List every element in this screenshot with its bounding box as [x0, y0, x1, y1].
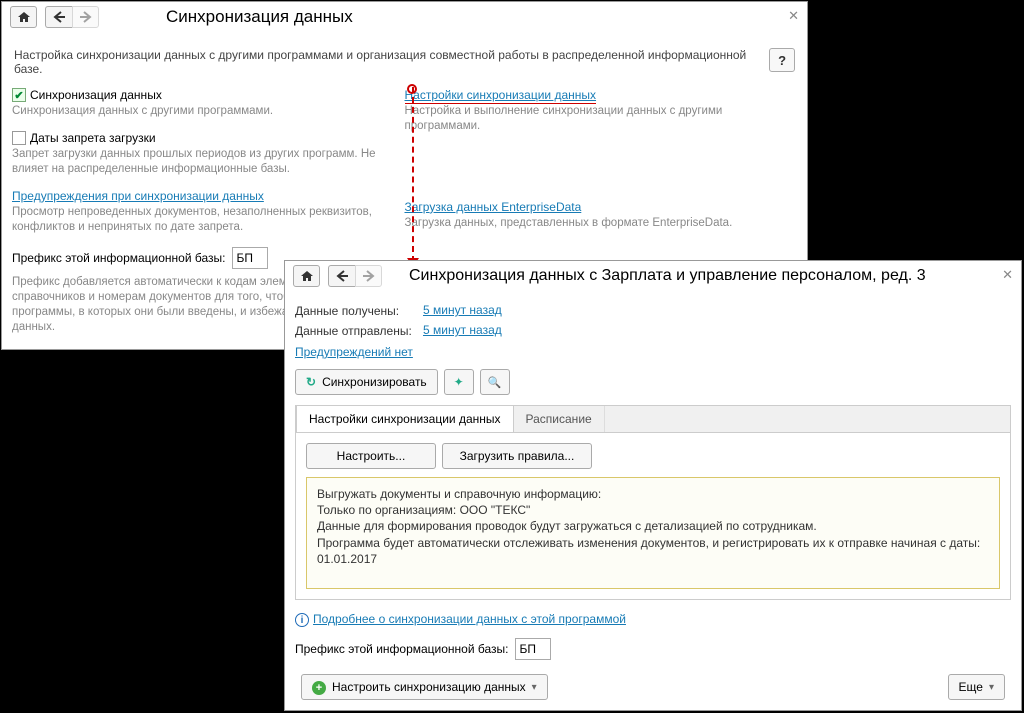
- info-line-3: Данные для формирования проводок будут з…: [317, 518, 989, 534]
- settings-link[interactable]: Настройки синхронизации данных: [405, 88, 597, 102]
- sent-label: Данные отправлены:: [295, 324, 423, 338]
- arrow-line-icon: [412, 87, 414, 262]
- magnifier-icon: [488, 375, 502, 389]
- sync-button[interactable]: Синхронизировать: [295, 369, 438, 395]
- dates-hint: Запрет загрузки данных прошлых периодов …: [12, 147, 391, 177]
- search-button[interactable]: [480, 369, 510, 395]
- warnings-hint: Просмотр непроведенных документов, незап…: [12, 205, 391, 235]
- no-warnings-link[interactable]: Предупреждений нет: [295, 345, 413, 359]
- more-info-link[interactable]: Подробнее о синхронизации данных с этой …: [313, 612, 626, 626]
- info-box: Выгружать документы и справочную информа…: [306, 477, 1000, 589]
- plus-icon: [312, 680, 326, 695]
- dates-checkbox-label: Даты запрета загрузки: [30, 131, 156, 145]
- dates-checkbox[interactable]: [12, 131, 26, 145]
- wizard-button[interactable]: [444, 369, 474, 395]
- received-label: Данные получены:: [295, 304, 423, 318]
- load-rules-button[interactable]: Загрузить правила...: [442, 443, 592, 469]
- titlebar-front: Синхронизация данных с Зарплата и управл…: [285, 261, 1021, 297]
- warnings-link[interactable]: Предупреждения при синхронизации данных: [12, 189, 264, 203]
- load-data-hint: Загрузка данных, представленных в формат…: [405, 216, 784, 231]
- help-button[interactable]: ?: [769, 48, 795, 72]
- wand-icon: [454, 375, 464, 389]
- back-button[interactable]: [328, 265, 355, 287]
- refresh-icon: [306, 375, 316, 389]
- window-title: Синхронизация данных: [101, 7, 353, 27]
- close-icon[interactable]: ✕: [1002, 267, 1013, 283]
- info-line-2: Только по организациям: ООО "ТЕКС": [317, 502, 989, 518]
- setup-sync-label: Настроить синхронизацию данных: [332, 680, 526, 694]
- home-button[interactable]: [293, 265, 320, 287]
- sync-hint: Синхронизация данных с другими программа…: [12, 104, 391, 119]
- more-button[interactable]: Еще: [948, 674, 1005, 700]
- info-line-1: Выгружать документы и справочную информа…: [317, 486, 989, 502]
- received-value[interactable]: 5 минут назад: [423, 303, 502, 317]
- info-icon: i: [295, 613, 309, 627]
- tab-schedule[interactable]: Расписание: [514, 406, 605, 432]
- configure-button[interactable]: Настроить...: [306, 443, 436, 469]
- load-data-link[interactable]: Загрузка данных EnterpriseData: [405, 200, 582, 214]
- sync-button-label: Синхронизировать: [322, 375, 427, 389]
- tab-settings[interactable]: Настройки синхронизации данных: [296, 405, 514, 432]
- window-title: Синхронизация данных с Зарплата и управл…: [384, 267, 926, 285]
- more-button-label: Еще: [959, 680, 983, 694]
- window-description: Настройка синхронизации данных с другими…: [14, 48, 769, 76]
- sync-checkbox[interactable]: ✔: [12, 88, 26, 102]
- back-button[interactable]: [45, 6, 72, 28]
- home-button[interactable]: [10, 6, 37, 28]
- setup-sync-button[interactable]: Настроить синхронизацию данных: [301, 674, 548, 700]
- prefix-input[interactable]: [232, 247, 268, 269]
- prefix-label: Префикс этой информационной базы:: [12, 251, 226, 265]
- forward-button[interactable]: [355, 265, 382, 287]
- sync-checkbox-label: Синхронизация данных: [30, 88, 162, 102]
- sync-detail-window: Синхронизация данных с Зарплата и управл…: [284, 260, 1022, 711]
- close-icon[interactable]: ✕: [788, 8, 799, 24]
- front-prefix-label: Префикс этой информационной базы:: [295, 642, 509, 656]
- sent-value[interactable]: 5 минут назад: [423, 323, 502, 337]
- tabs: Настройки синхронизации данных Расписани…: [295, 405, 1011, 600]
- settings-hint: Настройка и выполнение синхронизации дан…: [405, 104, 784, 134]
- titlebar: Синхронизация данных ✕: [2, 2, 807, 38]
- front-prefix-input[interactable]: [515, 638, 551, 660]
- info-line-4: Программа будет автоматически отслеживат…: [317, 535, 989, 567]
- forward-button[interactable]: [72, 6, 99, 28]
